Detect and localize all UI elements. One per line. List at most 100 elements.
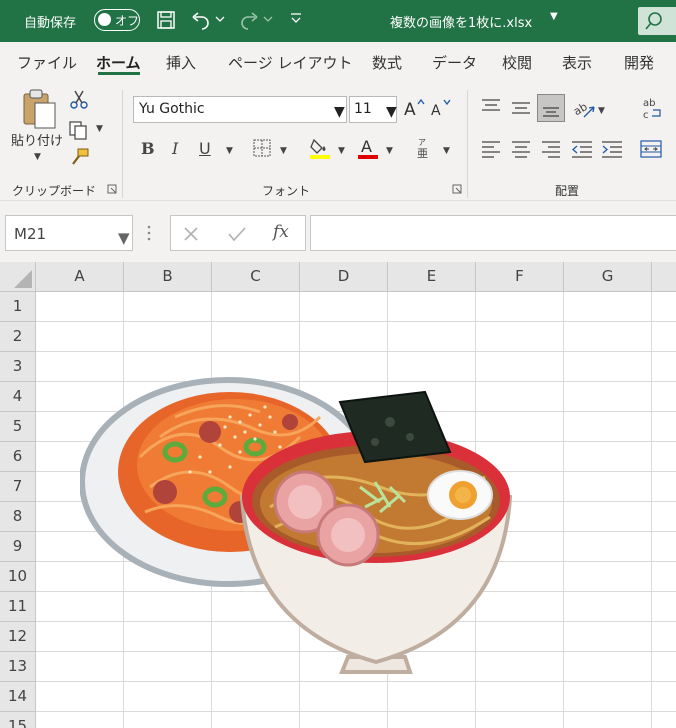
tab-review[interactable]: 校閲 xyxy=(502,52,532,73)
cut-icon[interactable] xyxy=(70,90,88,110)
row-header[interactable]: 11 xyxy=(0,592,36,622)
fill-color-dropdown-icon[interactable]: ▼ xyxy=(338,146,345,156)
row-header[interactable]: 6 xyxy=(0,442,36,472)
column-header-h[interactable] xyxy=(652,262,676,292)
search-icon xyxy=(645,12,662,30)
tab-developer[interactable]: 開発 xyxy=(624,52,654,73)
row-header[interactable]: 12 xyxy=(0,622,36,652)
align-center-icon[interactable] xyxy=(511,140,531,158)
document-title: 複数の画像を1枚に.xlsx xyxy=(390,16,533,31)
redo-dropdown-icon[interactable] xyxy=(263,14,273,24)
decrease-indent-icon[interactable] xyxy=(571,140,593,158)
group-label-alignment: 配置 xyxy=(555,184,580,198)
column-header-f[interactable]: F xyxy=(476,262,564,292)
customize-toolbar-icon[interactable] xyxy=(290,12,302,26)
wrap-text-icon[interactable]: ab c xyxy=(640,96,664,122)
align-right-icon[interactable] xyxy=(541,140,561,158)
row-header[interactable]: 8 xyxy=(0,502,36,532)
font-name-select[interactable]: Yu Gothic ▼ xyxy=(133,96,347,123)
row-header[interactable]: 10 xyxy=(0,562,36,592)
save-icon[interactable] xyxy=(156,10,176,30)
font-size-dropdown-icon: ▼ xyxy=(386,104,397,120)
tab-data[interactable]: データ xyxy=(432,52,477,73)
enter-icon[interactable] xyxy=(228,226,246,242)
search-box[interactable] xyxy=(638,7,676,35)
tab-view[interactable]: 表示 xyxy=(562,52,592,73)
autosave-state: オフ xyxy=(115,14,140,28)
insert-function-icon[interactable]: fx xyxy=(273,222,289,242)
autosave-toggle[interactable]: オフ xyxy=(94,9,140,31)
row-header[interactable]: 3 xyxy=(0,352,36,382)
italic-icon[interactable]: I xyxy=(172,139,178,158)
bottom-align-button[interactable] xyxy=(537,94,565,122)
font-launcher-icon[interactable] xyxy=(452,184,462,194)
row-header[interactable]: 14 xyxy=(0,682,36,712)
paste-label[interactable]: 貼り付け xyxy=(11,130,63,149)
orientation-dropdown-icon[interactable]: ▼ xyxy=(598,106,605,116)
svg-text:A: A xyxy=(404,100,416,118)
fill-color-icon[interactable] xyxy=(308,136,332,160)
format-painter-icon[interactable] xyxy=(70,148,90,166)
undo-dropdown-icon[interactable] xyxy=(215,14,225,24)
copy-icon[interactable] xyxy=(68,120,90,140)
group-label-font: フォント xyxy=(262,184,311,198)
paste-dropdown-icon[interactable]: ▼ xyxy=(34,152,41,162)
column-header-d[interactable]: D xyxy=(300,262,388,292)
row-header[interactable]: 15 xyxy=(0,712,36,728)
row-header[interactable]: 9 xyxy=(0,532,36,562)
undo-icon[interactable] xyxy=(190,10,212,30)
tab-page-layout[interactable]: ページ レイアウト xyxy=(228,52,352,73)
svg-text:A: A xyxy=(431,103,441,118)
title-dropdown-icon[interactable]: ▼ xyxy=(550,11,558,22)
increase-indent-icon[interactable] xyxy=(601,140,623,158)
borders-icon[interactable] xyxy=(252,138,272,158)
bold-icon[interactable]: B xyxy=(141,139,155,158)
clipboard-launcher-icon[interactable] xyxy=(107,184,117,194)
row-header[interactable]: 2 xyxy=(0,322,36,352)
column-header-a[interactable]: A xyxy=(36,262,124,292)
borders-dropdown-icon[interactable]: ▼ xyxy=(280,146,287,156)
tab-file[interactable]: ファイル xyxy=(17,52,77,73)
underline-icon[interactable]: U xyxy=(199,139,211,158)
name-box[interactable]: M21 ▼ xyxy=(5,215,133,251)
font-color-dropdown-icon[interactable]: ▼ xyxy=(386,146,393,156)
name-box-dropdown-icon: ▼ xyxy=(118,229,130,247)
merge-center-icon[interactable] xyxy=(640,138,662,160)
middle-align-icon[interactable] xyxy=(511,100,531,118)
phonetic-dropdown-icon[interactable]: ▼ xyxy=(443,146,450,156)
svg-text:ab: ab xyxy=(572,100,590,118)
column-header-b[interactable]: B xyxy=(124,262,212,292)
tab-home[interactable]: ホーム xyxy=(96,52,141,73)
orientation-icon[interactable]: ab xyxy=(572,98,596,120)
top-align-icon[interactable] xyxy=(481,98,501,116)
ribbon: 貼り付け ▼ ▼ クリップボード Yu Gothic ▼ 11 ▼ A A B … xyxy=(0,80,676,200)
toggle-knob xyxy=(98,13,111,26)
font-name-value: Yu Gothic xyxy=(139,101,205,117)
decrease-font-size-icon[interactable]: A xyxy=(430,98,452,118)
increase-font-size-icon[interactable]: A xyxy=(403,98,425,118)
underline-dropdown-icon[interactable]: ▼ xyxy=(226,146,233,156)
column-header-c[interactable]: C xyxy=(212,262,300,292)
row-header[interactable]: 7 xyxy=(0,472,36,502)
tab-formulas[interactable]: 数式 xyxy=(372,52,402,73)
column-header-e[interactable]: E xyxy=(388,262,476,292)
column-header-g[interactable]: G xyxy=(564,262,652,292)
spreadsheet-grid: A B C D E F G 1 2 3 4 5 6 7 8 9 10 11 12… xyxy=(0,262,676,728)
select-all-button[interactable] xyxy=(0,262,36,292)
formula-input[interactable] xyxy=(310,215,676,251)
align-left-icon[interactable] xyxy=(481,140,501,158)
row-header[interactable]: 13 xyxy=(0,652,36,682)
formula-bar-grip-icon[interactable] xyxy=(146,224,152,242)
food-picture[interactable] xyxy=(80,377,545,697)
font-size-select[interactable]: 11 ▼ xyxy=(349,96,397,123)
redo-icon[interactable] xyxy=(238,10,260,30)
row-header[interactable]: 5 xyxy=(0,412,36,442)
paste-icon[interactable] xyxy=(20,88,58,130)
cancel-icon[interactable] xyxy=(183,226,199,242)
row-header[interactable]: 1 xyxy=(0,292,36,322)
copy-dropdown-icon[interactable]: ▼ xyxy=(96,124,103,134)
row-header[interactable]: 4 xyxy=(0,382,36,412)
font-color-icon[interactable]: A xyxy=(356,136,380,160)
tab-insert[interactable]: 挿入 xyxy=(166,52,196,73)
phonetic-guide-icon[interactable]: ア 亜 xyxy=(413,136,437,160)
